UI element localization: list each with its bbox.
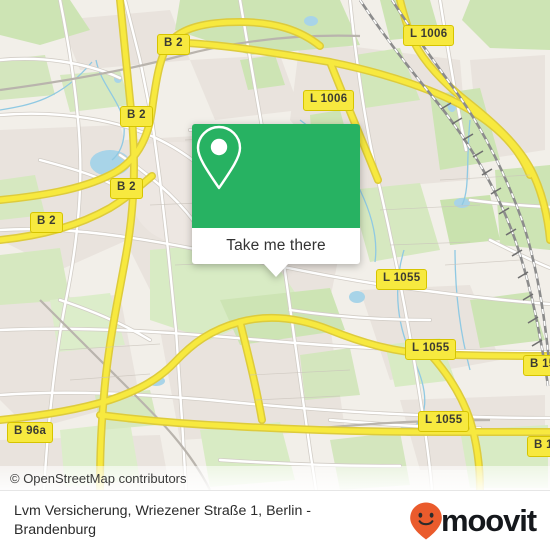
- road-shield: B 2: [110, 178, 143, 199]
- callout-icon-panel: [192, 124, 360, 228]
- callout-pointer: [263, 263, 289, 277]
- road-shield: B 2: [30, 212, 63, 233]
- road-shield: L 1006: [403, 25, 455, 46]
- map-pin-icon: [196, 125, 242, 190]
- map-canvas[interactable]: B 2 L 1006 L 1006 B 2 B 2 B 2 L 1055 L 1…: [0, 0, 550, 490]
- road-shield: B 96a: [7, 422, 54, 443]
- road-shield: L 1055: [405, 339, 457, 360]
- openstreetmap-attribution[interactable]: © OpenStreetMap contributors: [0, 471, 187, 486]
- map-attribution-bar: © OpenStreetMap contributors: [0, 466, 550, 490]
- bottom-info-bar: Lvm Versicherung, Wriezener Straße 1, Be…: [0, 490, 550, 550]
- map-screenshot: B 2 L 1006 L 1006 B 2 B 2 B 2 L 1055 L 1…: [0, 0, 550, 550]
- road-shield: L 1055: [418, 411, 470, 432]
- moovit-branding[interactable]: moovit: [409, 501, 550, 541]
- moovit-smiling-pin-icon: [410, 502, 442, 539]
- moovit-wordmark: moovit: [440, 502, 537, 538]
- road-shield: B 2: [157, 34, 190, 55]
- callout-action-bar[interactable]: Take me there: [192, 228, 360, 264]
- road-shield: B 15: [523, 355, 550, 376]
- road-shield: L 1055: [376, 269, 428, 290]
- location-callout-card[interactable]: Take me there: [192, 124, 360, 277]
- road-shield: L 1006: [303, 90, 355, 111]
- road-shield: B 2: [120, 106, 153, 127]
- place-title: Lvm Versicherung, Wriezener Straße 1, Be…: [14, 502, 312, 538]
- take-me-there-label: Take me there: [226, 237, 326, 254]
- road-shield: B 15: [527, 436, 550, 457]
